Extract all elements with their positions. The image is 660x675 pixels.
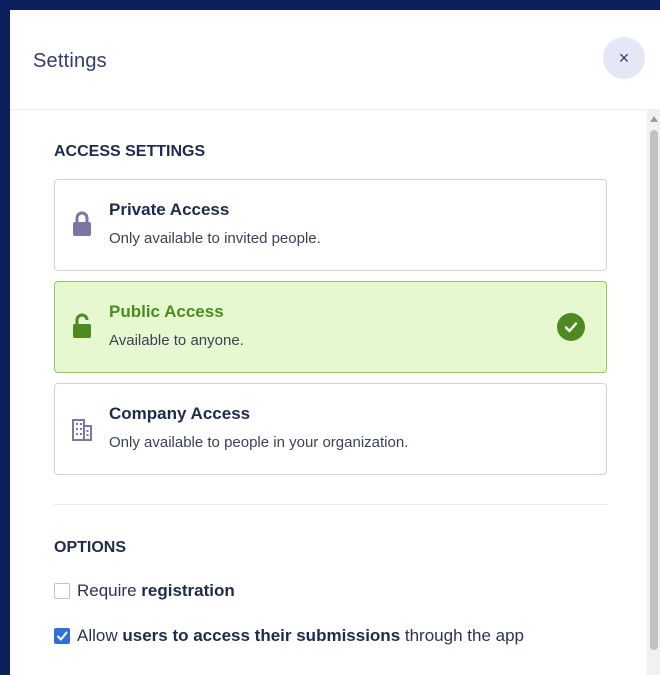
scroll-up-arrow-icon[interactable] bbox=[650, 116, 658, 122]
selected-check-icon bbox=[557, 313, 585, 341]
require-registration-option[interactable]: Require registration bbox=[54, 581, 354, 605]
access-option-name: Company Access bbox=[109, 404, 251, 423]
access-option-description: Available to anyone. bbox=[109, 332, 244, 349]
dialog-header: Settings × bbox=[10, 10, 660, 110]
window-frame bbox=[0, 0, 10, 675]
dialog-title: Settings bbox=[33, 50, 107, 72]
access-option-name: Public Access bbox=[109, 302, 224, 321]
settings-dialog: Settings × ACCESS SETTINGS Private Acces… bbox=[10, 10, 660, 675]
allow-access-option[interactable]: Allow users to access their submissions … bbox=[54, 626, 554, 650]
allow-access-checkbox[interactable] bbox=[54, 628, 70, 644]
access-option-private[interactable]: Private Access Only available to invited… bbox=[54, 179, 607, 271]
options-heading: OPTIONS bbox=[54, 539, 127, 556]
require-registration-checkbox[interactable] bbox=[54, 583, 70, 599]
require-registration-label: Require registration bbox=[77, 581, 235, 600]
building-icon bbox=[72, 419, 92, 441]
access-option-description: Only available to people in your organiz… bbox=[109, 434, 409, 451]
lock-icon bbox=[73, 211, 91, 236]
section-divider bbox=[54, 504, 607, 505]
unlock-icon bbox=[73, 313, 91, 338]
scrollbar-thumb[interactable] bbox=[650, 130, 658, 650]
access-option-name: Private Access bbox=[109, 200, 230, 219]
checkmark-icon bbox=[57, 631, 68, 641]
close-button[interactable]: × bbox=[603, 37, 645, 79]
access-option-company[interactable]: Company Access Only available to people … bbox=[54, 383, 607, 475]
allow-access-label: Allow users to access their submissions … bbox=[77, 626, 524, 645]
access-option-public[interactable]: Public Access Available to anyone. bbox=[54, 281, 607, 373]
access-settings-heading: ACCESS SETTINGS bbox=[54, 143, 206, 160]
access-option-description: Only available to invited people. bbox=[109, 230, 321, 247]
close-icon: × bbox=[618, 47, 630, 68]
